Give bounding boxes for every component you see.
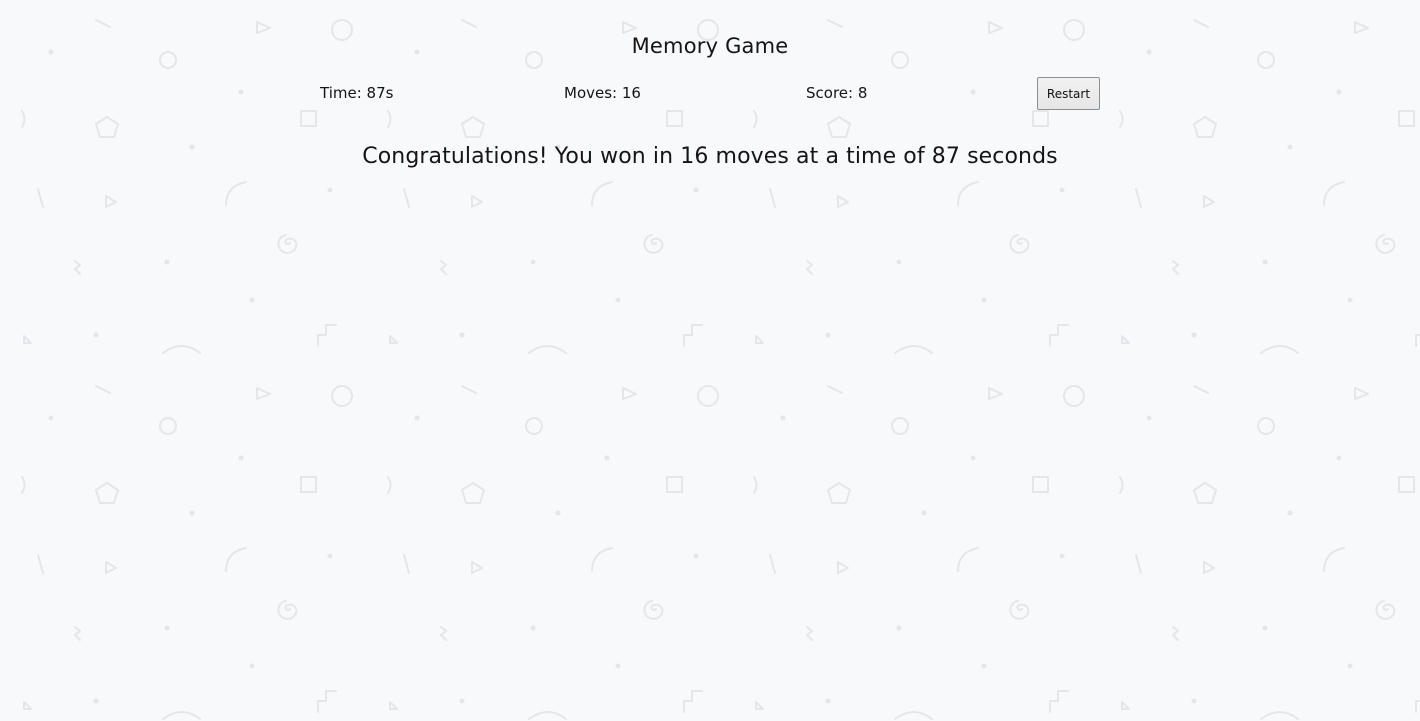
game-title: Memory Game xyxy=(631,34,789,58)
time-counter: Time: 87s xyxy=(320,84,394,102)
win-message: Congratulations! You won in 16 moves at … xyxy=(362,144,1058,169)
moves-counter: Moves: 16 xyxy=(564,84,641,102)
restart-button[interactable]: Restart xyxy=(1037,77,1100,110)
score-counter: Score: 8 xyxy=(806,84,868,102)
memory-game-screen: Memory Game Time: 87s Moves: 16 Score: 8… xyxy=(0,0,1420,721)
